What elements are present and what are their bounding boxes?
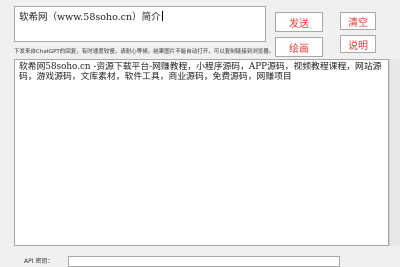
window-edge [389, 59, 400, 246]
api-key-input[interactable] [68, 256, 340, 267]
clear-button[interactable]: 清空 [340, 12, 376, 30]
draw-button[interactable]: 绘画 [275, 37, 323, 57]
output-textarea[interactable]: 软希网58soho.cn -资源下载平台-网赚教程，小程序源码，APP源码，视频… [14, 59, 389, 246]
hint-text: 下发来自ChatGPT的回复，有时速度较慢，请耐心等候。结果图片不能自动打开，可… [14, 49, 275, 55]
text-caret [161, 11, 163, 21]
send-button[interactable]: 发送 [275, 12, 323, 32]
help-button[interactable]: 说明 [340, 35, 376, 53]
output-text: 软希网58soho.cn -资源下载平台-网赚教程，小程序源码，APP源码，视频… [19, 62, 382, 82]
api-key-label: API 密钥： [24, 258, 54, 265]
prompt-input[interactable]: 软希网（www.58soho.cn）简介 [14, 6, 266, 42]
prompt-text: 软希网（www.58soho.cn）简介 [19, 12, 161, 23]
